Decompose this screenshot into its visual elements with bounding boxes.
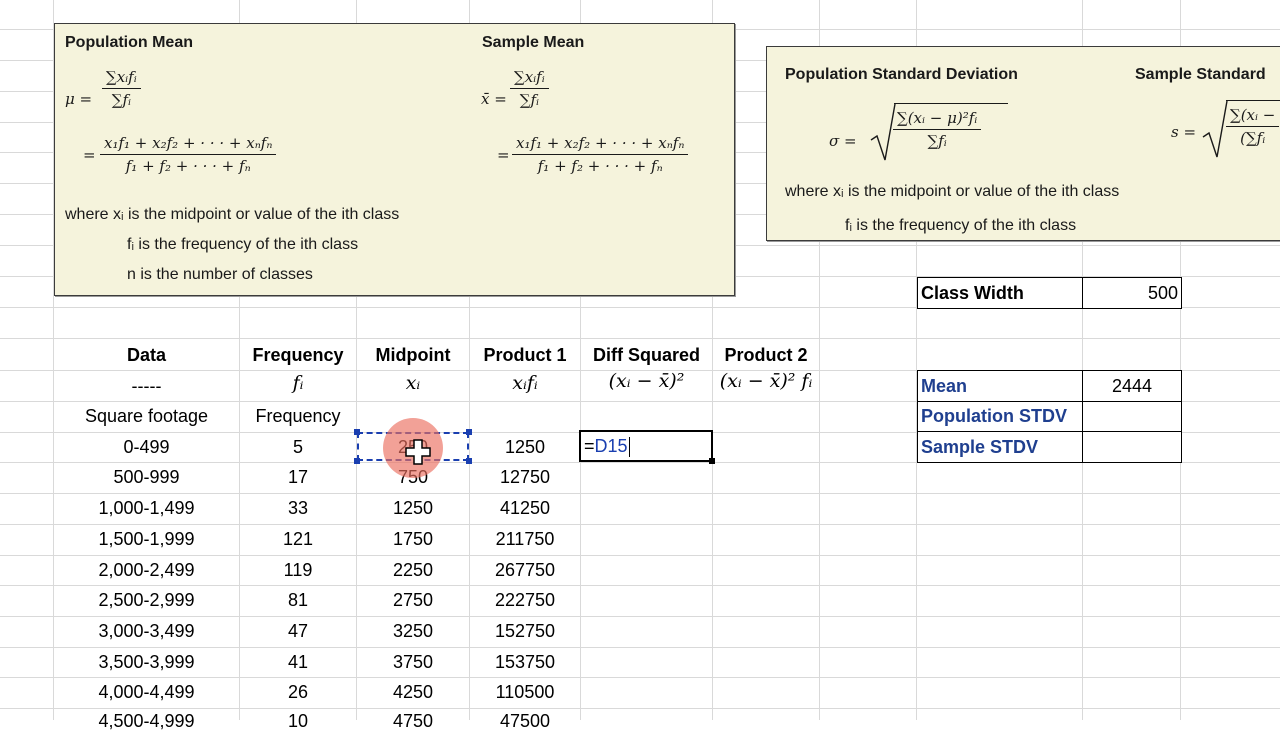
mean-value[interactable]: 2444 bbox=[1084, 371, 1180, 401]
midpoint-cell[interactable]: 1250 bbox=[357, 493, 469, 523]
header-data[interactable]: Data bbox=[54, 340, 239, 370]
midpoint-cell[interactable]: 3750 bbox=[357, 647, 469, 677]
data-cell[interactable]: 2,500-2,999 bbox=[54, 585, 239, 615]
sample-mean-title: Sample Mean bbox=[482, 34, 585, 51]
cell-cursor-icon bbox=[405, 439, 431, 465]
data-cell[interactable]: 3,500-3,999 bbox=[54, 647, 239, 677]
pop-stdv-label: Population STDV bbox=[921, 406, 1067, 426]
data-cell[interactable]: 2,000-2,499 bbox=[54, 555, 239, 585]
frequency-cell[interactable]: 33 bbox=[240, 493, 356, 523]
sample-mean-expanded: x₁f₁ + x₂f₂ + · · · + xₙfₙ f₁ + f₂ + · · … bbox=[512, 134, 689, 175]
data-cell[interactable]: 1,500-1,999 bbox=[54, 524, 239, 554]
sqrt-icon-2 bbox=[1202, 100, 1228, 158]
pop-std-title: Population Standard Deviation bbox=[785, 66, 1018, 83]
product-cell[interactable]: 267750 bbox=[470, 555, 580, 585]
text-caret bbox=[628, 437, 630, 458]
data-cell[interactable]: 0-499 bbox=[54, 432, 239, 462]
product-cell[interactable]: 152750 bbox=[470, 616, 580, 646]
product2-formula[interactable]: (xᵢ − x̄)² fᵢ bbox=[713, 370, 819, 392]
product-cell[interactable]: 211750 bbox=[470, 524, 580, 554]
pop-std-fraction: ∑(xᵢ − μ)²fᵢ ∑fᵢ bbox=[893, 109, 982, 150]
header-product1[interactable]: Product 1 bbox=[470, 340, 580, 370]
frequency-cell[interactable]: 5 bbox=[240, 432, 356, 462]
selection-handle[interactable] bbox=[354, 429, 360, 435]
frequency-cell[interactable]: 121 bbox=[240, 524, 356, 554]
header-midpoint[interactable]: Midpoint bbox=[357, 340, 469, 370]
midpoint-cell[interactable]: 4250 bbox=[357, 677, 469, 707]
xifi-symbol[interactable]: xᵢfᵢ bbox=[470, 372, 580, 394]
s-symbol: s = bbox=[1171, 123, 1197, 141]
product-cell[interactable]: 41250 bbox=[470, 493, 580, 523]
diff-squared-formula[interactable]: (xᵢ − x̄)² bbox=[581, 370, 712, 392]
where-line-2: fᵢ is the frequency of the ith class bbox=[127, 236, 359, 253]
class-width-label: Class Width bbox=[921, 283, 1024, 303]
population-mean-title: Population Mean bbox=[65, 34, 193, 51]
dashes-cell[interactable]: ----- bbox=[54, 371, 239, 401]
frequency-cell[interactable]: 10 bbox=[240, 706, 356, 736]
data-cell[interactable]: 3,000-3,499 bbox=[54, 616, 239, 646]
product-cell[interactable]: 153750 bbox=[470, 647, 580, 677]
midpoint-cell[interactable]: 1750 bbox=[357, 524, 469, 554]
product-cell[interactable]: 110500 bbox=[470, 677, 580, 707]
class-width-value[interactable]: 500 bbox=[1084, 278, 1178, 308]
data-cell[interactable]: 4,000-4,499 bbox=[54, 677, 239, 707]
where-line-1: where xᵢ is the midpoint or value of the… bbox=[65, 206, 400, 223]
product-cell[interactable]: 1250 bbox=[470, 432, 580, 462]
selection-handle[interactable] bbox=[466, 429, 472, 435]
fill-handle[interactable] bbox=[709, 458, 715, 464]
midpoint-cell[interactable]: 2750 bbox=[357, 585, 469, 615]
formula-equals: = bbox=[584, 436, 595, 456]
equals-sign: = bbox=[83, 146, 96, 164]
frequency-cell[interactable]: 119 bbox=[240, 555, 356, 585]
midpoint-cell[interactable]: 3250 bbox=[357, 616, 469, 646]
population-mean-expanded: x₁f₁ + x₂f₂ + · · · + xₙfₙ f₁ + f₂ + · · … bbox=[100, 134, 277, 175]
sample-std-title: Sample Standard bbox=[1135, 66, 1266, 83]
frequency-cell[interactable]: 41 bbox=[240, 647, 356, 677]
active-formula-cell[interactable]: =D15 bbox=[579, 430, 715, 464]
frequency-cell[interactable]: 26 bbox=[240, 677, 356, 707]
data-cell[interactable]: 500-999 bbox=[54, 462, 239, 492]
xbar-symbol: x̄ = bbox=[481, 90, 507, 108]
sigma-symbol: σ = bbox=[829, 132, 857, 150]
product-cell[interactable]: 222750 bbox=[470, 585, 580, 615]
fi-symbol[interactable]: fᵢ bbox=[240, 372, 356, 394]
selection-handle[interactable] bbox=[466, 458, 472, 464]
sample-std-fraction: ∑(xᵢ − (∑fᵢ bbox=[1226, 106, 1280, 147]
sample-stdv-value[interactable] bbox=[1084, 432, 1180, 462]
midpoint-cell[interactable]: 4750 bbox=[357, 706, 469, 736]
header-diff-squared[interactable]: Diff Squared bbox=[581, 340, 712, 370]
xi-symbol[interactable]: xᵢ bbox=[357, 372, 469, 394]
frequency-cell[interactable]: 47 bbox=[240, 616, 356, 646]
selection-handle[interactable] bbox=[354, 458, 360, 464]
where-line-2-right: fᵢ is the frequency of the ith class bbox=[845, 217, 1077, 234]
where-line-3: n is the number of classes bbox=[127, 266, 313, 283]
pop-stdv-value[interactable] bbox=[1084, 401, 1180, 431]
header-product2[interactable]: Product 2 bbox=[713, 340, 819, 370]
mean-label: Mean bbox=[921, 376, 968, 396]
product-cell[interactable]: 47500 bbox=[470, 706, 580, 736]
mean-formula-box: Population Mean Sample Mean μ = ∑xᵢfᵢ ∑fᵢ… bbox=[54, 23, 735, 296]
header-frequency[interactable]: Frequency bbox=[240, 340, 356, 370]
frequency-label[interactable]: Frequency bbox=[240, 401, 356, 431]
std-dev-formula-box: Population Standard Deviation Sample Sta… bbox=[766, 46, 1280, 241]
equals-sign-2: = bbox=[497, 146, 510, 164]
frequency-cell[interactable]: 17 bbox=[240, 462, 356, 492]
formula-reference: D15 bbox=[594, 436, 628, 456]
where-line-1-right: where xᵢ is the midpoint or value of the… bbox=[785, 183, 1120, 200]
product-cell[interactable]: 12750 bbox=[470, 462, 580, 492]
data-cell[interactable]: 1,000-1,499 bbox=[54, 493, 239, 523]
midpoint-cell[interactable]: 2250 bbox=[357, 555, 469, 585]
square-footage-label[interactable]: Square footage bbox=[54, 401, 239, 431]
mu-symbol: μ = bbox=[65, 90, 93, 108]
sample-stdv-label: Sample STDV bbox=[921, 437, 1039, 457]
frequency-cell[interactable]: 81 bbox=[240, 585, 356, 615]
sample-mean-fraction: ∑xᵢfᵢ ∑fᵢ bbox=[510, 68, 549, 109]
population-mean-fraction: ∑xᵢfᵢ ∑fᵢ bbox=[102, 68, 141, 109]
data-cell[interactable]: 4,500-4,999 bbox=[54, 706, 239, 736]
